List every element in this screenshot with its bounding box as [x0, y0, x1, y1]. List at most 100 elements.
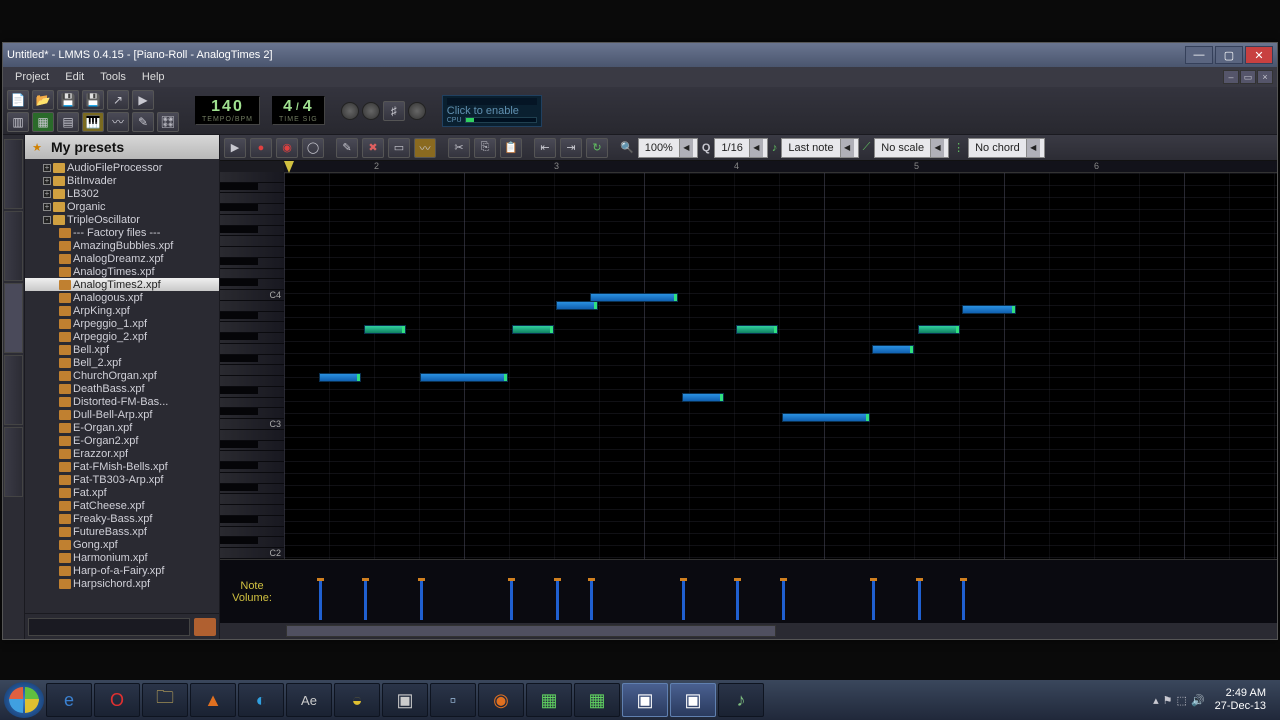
pr-play-button[interactable]: ▶ — [224, 138, 246, 158]
preset-tree[interactable]: +AudioFileProcessor+BitInvader+LB302+Org… — [25, 159, 219, 613]
task-cmd[interactable]: ▣ — [382, 683, 428, 717]
open-project-button[interactable]: 📂 — [32, 90, 54, 110]
volume-bar[interactable] — [364, 580, 367, 620]
tray-network-icon[interactable]: ⬚ — [1177, 694, 1187, 707]
mdi-restore[interactable]: ▭ — [1240, 70, 1256, 84]
tree-folder[interactable]: -TripleOscillator — [25, 213, 219, 226]
bb-editor-button[interactable]: ▦ — [32, 112, 54, 132]
scrollbar-thumb[interactable] — [286, 625, 776, 637]
volume-bar[interactable] — [510, 580, 513, 620]
note-grid[interactable] — [284, 173, 1277, 559]
tab-presets[interactable] — [4, 283, 23, 353]
task-python[interactable]: ◒ — [334, 683, 380, 717]
tree-file[interactable]: Bell.xpf — [25, 343, 219, 356]
pr-record-button[interactable]: ● — [250, 138, 272, 158]
task-window1[interactable]: ▦ — [526, 683, 572, 717]
menu-help[interactable]: Help — [134, 69, 173, 85]
tree-file[interactable]: Harp-of-a-Fairy.xpf — [25, 564, 219, 577]
task-lmms-3[interactable]: ♪ — [718, 683, 764, 717]
start-button[interactable] — [4, 682, 44, 718]
midi-note[interactable] — [736, 325, 778, 334]
tree-file[interactable]: Arpeggio_2.xpf — [25, 330, 219, 343]
horizontal-scrollbar[interactable] — [220, 623, 1277, 639]
controller-button[interactable]: 🎛 — [157, 112, 179, 132]
paste-button[interactable]: 📋 — [500, 138, 522, 158]
tray-expand-icon[interactable]: ▴ — [1153, 694, 1159, 707]
tree-file[interactable]: Dull-Bell-Arp.xpf — [25, 408, 219, 421]
tree-file[interactable]: Harpsichord.xpf — [25, 577, 219, 590]
timeline-ruler[interactable]: 23456 — [284, 161, 1277, 173]
notes-button[interactable]: ✎ — [132, 112, 154, 132]
chord-combo[interactable]: No chord◀ — [968, 138, 1045, 158]
task-firefox[interactable]: ◉ — [478, 683, 524, 717]
midi-note[interactable] — [420, 373, 508, 382]
midi-note[interactable] — [962, 305, 1016, 314]
detune-tool-button[interactable]: 〰 — [414, 138, 436, 158]
volume-bar[interactable] — [962, 580, 965, 620]
note-volume-strip[interactable]: NoteVolume: — [220, 559, 1277, 623]
volume-bar[interactable] — [682, 580, 685, 620]
tree-file[interactable]: DeathBass.xpf — [25, 382, 219, 395]
task-window2[interactable]: ▦ — [574, 683, 620, 717]
copy-button[interactable]: ⎘ — [474, 138, 496, 158]
tree-file[interactable]: Harmonium.xpf — [25, 551, 219, 564]
volume-bar[interactable] — [918, 580, 921, 620]
scale-combo[interactable]: No scale◀ — [874, 138, 949, 158]
tree-file[interactable]: ChurchOrgan.xpf — [25, 369, 219, 382]
cut-button[interactable]: ✂ — [448, 138, 470, 158]
export-button[interactable]: ↗ — [107, 90, 129, 110]
tree-folder[interactable]: +BitInvader — [25, 174, 219, 187]
mdi-close[interactable]: × — [1257, 70, 1273, 84]
task-notepad[interactable]: ▫ — [430, 683, 476, 717]
piano-keys[interactable]: C4C3C2 — [220, 161, 284, 559]
volume-bar[interactable] — [872, 580, 875, 620]
task-vlc[interactable]: ▲ — [190, 683, 236, 717]
menu-tools[interactable]: Tools — [92, 69, 134, 85]
tree-folder[interactable]: +LB302 — [25, 187, 219, 200]
tree-file[interactable]: Fat-TB303-Arp.xpf — [25, 473, 219, 486]
tree-file[interactable]: AmazingBubbles.xpf — [25, 239, 219, 252]
tab-home[interactable] — [4, 355, 23, 425]
master-volume-knob[interactable] — [341, 102, 359, 120]
automation-button[interactable]: 〰 — [107, 112, 129, 132]
tree-file[interactable]: Analogous.xpf — [25, 291, 219, 304]
tree-file[interactable]: FatCheese.xpf — [25, 499, 219, 512]
tree-file[interactable]: Fat.xpf — [25, 486, 219, 499]
volume-bar[interactable] — [782, 580, 785, 620]
notelen-combo[interactable]: Last note◀ — [781, 138, 858, 158]
tree-file[interactable]: Bell_2.xpf — [25, 356, 219, 369]
midi-note[interactable] — [364, 325, 406, 334]
tree-file[interactable]: FutureBass.xpf — [25, 525, 219, 538]
tray-flag-icon[interactable]: ⚑ — [1163, 694, 1173, 707]
volume-bar[interactable] — [420, 580, 423, 620]
close-button[interactable]: ✕ — [1245, 46, 1273, 64]
tree-file[interactable]: AnalogTimes.xpf — [25, 265, 219, 278]
timesig-display[interactable]: 4 / 4 TIME SIG — [272, 96, 325, 125]
save-as-button[interactable]: 💾 — [82, 90, 104, 110]
task-ie[interactable]: e — [46, 683, 92, 717]
erase-tool-button[interactable]: ✖ — [362, 138, 384, 158]
tree-folder[interactable]: +AudioFileProcessor — [25, 161, 219, 174]
volume-bar[interactable] — [556, 580, 559, 620]
tree-file[interactable]: --- Factory files --- — [25, 226, 219, 239]
back-button[interactable]: ⇤ — [534, 138, 556, 158]
clock[interactable]: 2:49 AM27-Dec-13 — [1209, 687, 1272, 713]
piano-roll-button[interactable]: 🎹 — [82, 112, 104, 132]
maximize-button[interactable]: ▢ — [1215, 46, 1243, 64]
midi-note[interactable] — [918, 325, 960, 334]
forward-button[interactable]: ⇥ — [560, 138, 582, 158]
search-button[interactable] — [194, 618, 216, 636]
menu-project[interactable]: Project — [7, 69, 57, 85]
master-pitch-knob[interactable] — [362, 102, 380, 120]
tree-file[interactable]: Erazzor.xpf — [25, 447, 219, 460]
task-skype[interactable]: ◐ — [238, 683, 284, 717]
tree-folder[interactable]: +Organic — [25, 200, 219, 213]
volume-bar[interactable] — [590, 580, 593, 620]
taskbar[interactable]: e O 🗀 ▲ ◐ Ae ◒ ▣ ▫ ◉ ▦ ▦ ▣ ▣ ♪ ▴ ⚑ ⬚ 🔊 2… — [0, 680, 1280, 720]
save-button[interactable]: 💾 — [57, 90, 79, 110]
loop-button[interactable]: ↻ — [586, 138, 608, 158]
titlebar[interactable]: Untitled* - LMMS 0.4.15 - [Piano-Roll - … — [3, 43, 1277, 67]
pr-stop-button[interactable]: ◯ — [302, 138, 324, 158]
draw-tool-button[interactable]: ✎ — [336, 138, 358, 158]
tree-file[interactable]: E-Organ2.xpf — [25, 434, 219, 447]
